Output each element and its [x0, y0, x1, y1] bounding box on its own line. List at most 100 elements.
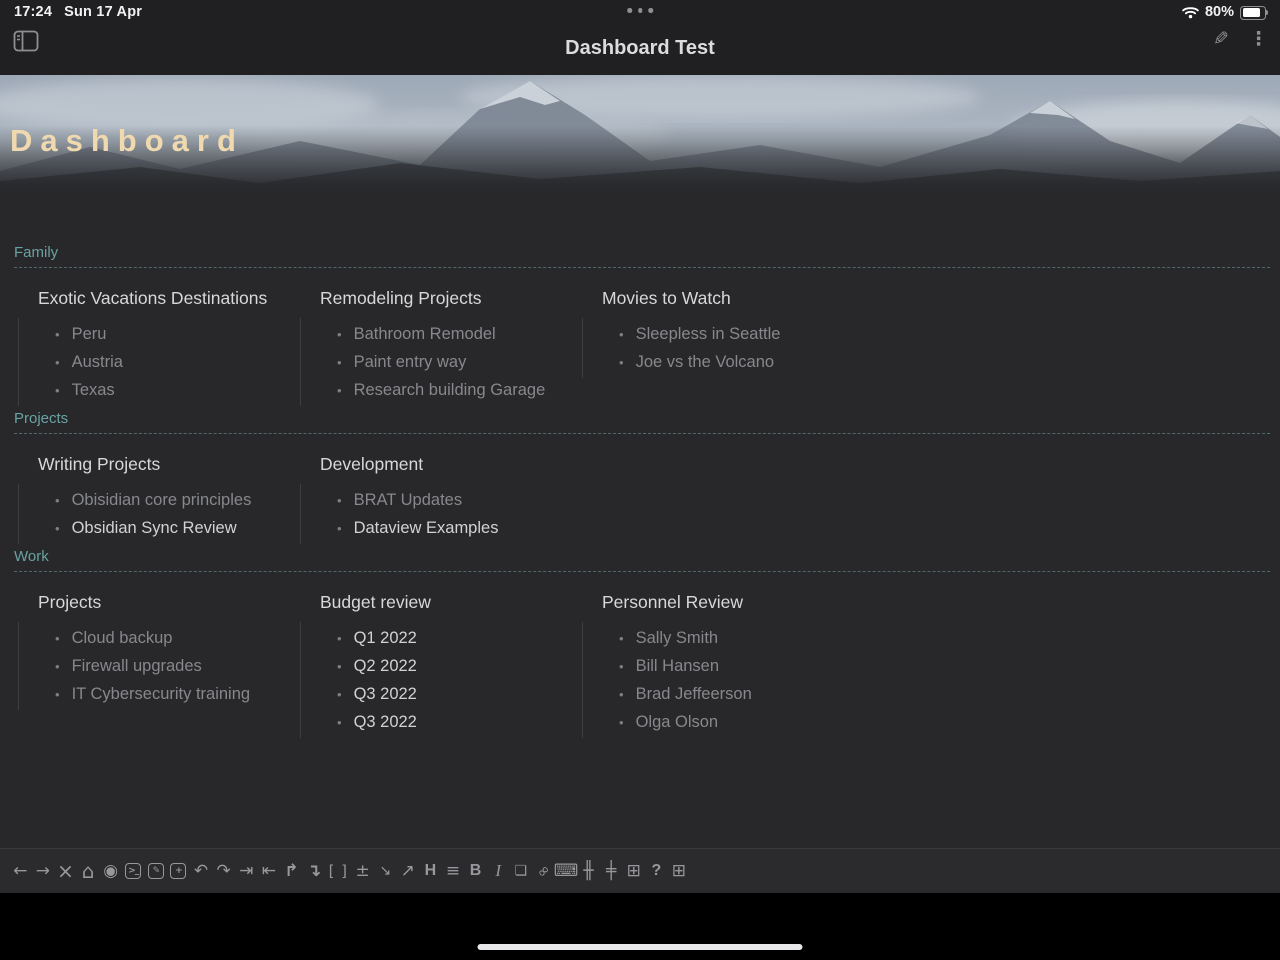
- link-list: • Q1 2022 • Q2 2022 • Q3 2022 • Q3 2022: [300, 622, 582, 738]
- expand-icon[interactable]: ↗: [397, 856, 420, 886]
- section-family: Family Exotic Vacations Destinations • Peru…: [0, 244, 1280, 406]
- list-item[interactable]: • Dataview Examples: [301, 514, 1280, 542]
- list-item[interactable]: • Obsidian Sync Review: [19, 514, 300, 542]
- jump-up-icon[interactable]: ↱: [280, 856, 303, 886]
- collapse-icon[interactable]: ↘: [374, 856, 397, 886]
- popout-window-icon[interactable]: ⊞: [668, 856, 691, 886]
- undo-icon[interactable]: ↶: [190, 856, 213, 886]
- back-icon[interactable]: ←: [9, 856, 32, 886]
- bullet-icon: •: [619, 658, 624, 674]
- note-title: Dashboard Test: [565, 37, 715, 59]
- home-icon[interactable]: ⌂: [77, 856, 100, 886]
- indent-icon[interactable]: ⇥: [235, 856, 258, 886]
- link-text: Olga Olson: [635, 712, 719, 731]
- list-item[interactable]: • Austria: [19, 348, 300, 376]
- bullet-icon: •: [55, 382, 60, 398]
- internal-link-brackets-icon[interactable]: [ ]: [325, 856, 351, 886]
- terminal-icon[interactable]: >_: [122, 856, 145, 886]
- column-title: Personnel Review: [602, 592, 744, 612]
- list-item[interactable]: • Obisidian core principles: [19, 486, 300, 514]
- column-title: Budget review: [320, 592, 431, 612]
- link-list: • Bathroom Remodel • Paint entry way • Resear…: [300, 318, 582, 406]
- section-work: Work Projects • Cloud backup • Firewall upgra…: [0, 548, 1280, 738]
- close-icon[interactable]: ×: [54, 856, 77, 886]
- link-text: Sleepless in Seattle: [635, 324, 781, 343]
- link-text: Q3 2022: [353, 684, 417, 703]
- list-item[interactable]: • IT Cybersecurity training: [19, 680, 300, 708]
- list-item[interactable]: • Research building Garage: [301, 376, 582, 404]
- bullet-icon: •: [619, 686, 624, 702]
- split-vertical-icon[interactable]: ╫: [577, 856, 600, 886]
- sidebar-icon: [13, 30, 39, 52]
- bullet-icon: •: [55, 520, 60, 536]
- list-item[interactable]: • Q1 2022: [301, 624, 582, 652]
- column-title: Movies to Watch: [602, 288, 731, 308]
- multitask-handle-icon[interactable]: [627, 8, 653, 13]
- bullet-icon: •: [619, 714, 624, 730]
- link-list: • Sleepless in Seattle • Joe vs the Volcano: [582, 318, 1280, 378]
- forward-icon[interactable]: →: [32, 856, 55, 886]
- bullet-icon: •: [619, 326, 624, 342]
- link-text: Cloud backup: [71, 628, 173, 647]
- link-list: • Peru • Austria • Texas: [18, 318, 300, 406]
- bullet-icon: •: [337, 686, 342, 702]
- list-item[interactable]: • Q3 2022: [301, 708, 582, 736]
- wifi-icon: [1182, 6, 1199, 18]
- sidebar-toggle-button[interactable]: [13, 30, 39, 55]
- plus-minus-icon[interactable]: ±: [351, 856, 374, 886]
- home-indicator[interactable]: [477, 944, 803, 950]
- column-title: Exotic Vacations Destinations: [38, 288, 268, 308]
- link-list: • Cloud backup • Firewall upgrades • IT Cyber…: [18, 622, 300, 710]
- bullet-list-icon[interactable]: ≡: [442, 856, 465, 886]
- bullet-icon: •: [55, 686, 60, 702]
- battery-percent: 80%: [1204, 4, 1234, 20]
- more-options-button[interactable]: ⋮: [1249, 28, 1268, 50]
- link-list: • Sally Smith • Bill Hansen • Brad Jeffeerson…: [582, 622, 1280, 738]
- column-title: Development: [320, 454, 424, 474]
- link-text: BRAT Updates: [353, 490, 463, 509]
- link-text: IT Cybersecurity training: [71, 684, 251, 703]
- outdent-icon[interactable]: ⇤: [258, 856, 281, 886]
- jump-down-icon[interactable]: ↴: [303, 856, 326, 886]
- column: Personnel Review • Sally Smith • Bill Hansen…: [582, 592, 1280, 738]
- list-item[interactable]: • Firewall upgrades: [19, 652, 300, 680]
- link-text: Firewall upgrades: [71, 656, 202, 675]
- list-item[interactable]: • Bill Hansen: [583, 652, 1280, 680]
- bullet-icon: •: [55, 658, 60, 674]
- list-item[interactable]: • Olga Olson: [583, 708, 1280, 736]
- new-tab-icon[interactable]: ⊞: [622, 856, 645, 886]
- split-horizontal-icon[interactable]: ╪: [600, 856, 623, 886]
- add-note-icon[interactable]: +: [167, 856, 190, 886]
- edit-toggle-button[interactable]: ✎: [1213, 28, 1229, 50]
- list-item[interactable]: • Sally Smith: [583, 624, 1280, 652]
- section-columns: Projects • Cloud backup • Firewall upgrades •…: [18, 592, 1280, 738]
- list-item[interactable]: • Q2 2022: [301, 652, 582, 680]
- list-item[interactable]: • Brad Jeffeerson: [583, 680, 1280, 708]
- heading-icon[interactable]: H: [419, 856, 442, 886]
- list-item[interactable]: • Joe vs the Volcano: [583, 348, 1280, 376]
- column: Remodeling Projects • Bathroom Remodel • Pai…: [300, 288, 582, 406]
- list-item[interactable]: • Paint entry way: [301, 348, 582, 376]
- navigate-icon[interactable]: ◉: [99, 856, 122, 886]
- link-text: Brad Jeffeerson: [635, 684, 752, 703]
- kebab-menu-icon: ⋮: [1249, 28, 1268, 50]
- bullet-icon: •: [337, 382, 342, 398]
- battery-icon: [1240, 5, 1269, 20]
- list-item[interactable]: • Sleepless in Seattle: [583, 320, 1280, 348]
- link-text: Obisidian core principles: [71, 490, 252, 509]
- compose-icon[interactable]: ✎: [145, 856, 168, 886]
- list-item[interactable]: • Cloud backup: [19, 624, 300, 652]
- list-item[interactable]: • Texas: [19, 376, 300, 404]
- column: Projects • Cloud backup • Firewall upgrades •…: [18, 592, 300, 738]
- bold-icon[interactable]: B: [464, 856, 487, 886]
- section-heading: Work: [14, 548, 49, 565]
- list-item[interactable]: • Q3 2022: [301, 680, 582, 708]
- pencil-icon: ✎: [1213, 28, 1229, 50]
- help-icon[interactable]: ?: [645, 856, 668, 886]
- link-text: Q3 2022: [353, 712, 417, 731]
- list-item[interactable]: • BRAT Updates: [301, 486, 1280, 514]
- list-item[interactable]: • Bathroom Remodel: [301, 320, 582, 348]
- italic-icon[interactable]: I: [487, 856, 510, 886]
- list-item[interactable]: • Peru: [19, 320, 300, 348]
- redo-icon[interactable]: ↷: [212, 856, 235, 886]
